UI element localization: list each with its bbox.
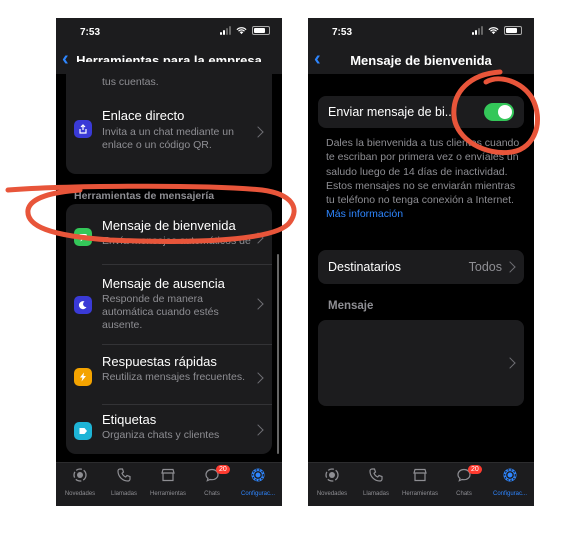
- welcome-settings: Enviar mensaje de bi... Dales la bienven…: [308, 74, 534, 462]
- welcome-description: Dales la bienvenida a tus clientes cuand…: [326, 137, 520, 221]
- battery-icon: [252, 26, 270, 35]
- tab-novedades[interactable]: Novedades: [310, 467, 354, 497]
- chevron-right-icon: [252, 126, 264, 138]
- quick-replies-title: Respuestas rápidas: [102, 354, 217, 369]
- signal-icon: [220, 26, 231, 35]
- lightning-icon: [74, 368, 92, 386]
- direct-link-subtitle: Invita a un chat mediante un enlace o un…: [102, 126, 234, 151]
- wifi-icon: [236, 27, 247, 35]
- phone-icon: [369, 468, 383, 482]
- scrollbar[interactable]: [276, 254, 279, 454]
- phone-screen-welcome-message: 7:53 ‹ Mensaje de bienvenida Enviar mens…: [308, 18, 534, 506]
- tab-novedades[interactable]: Novedades: [58, 467, 102, 497]
- toggle-label: Enviar mensaje de bi...: [328, 105, 456, 119]
- unread-badge: 20: [216, 465, 230, 474]
- list-item-quick-replies[interactable]: Respuestas rápidas Reutiliza mensajes fr…: [66, 344, 272, 404]
- status-bar: 7:53: [56, 18, 282, 46]
- status-ring-icon: [325, 468, 339, 482]
- labels-title: Etiquetas: [102, 412, 157, 427]
- more-info-link[interactable]: Más información: [326, 208, 403, 220]
- share-icon: [74, 120, 92, 138]
- labels-subtitle: Organiza chats y clientes: [102, 429, 220, 441]
- direct-link-title: Enlace directo: [102, 108, 185, 123]
- recipients-row[interactable]: Destinatarios Todos: [318, 250, 524, 284]
- phone-icon: [117, 468, 131, 482]
- status-bar: 7:53: [308, 18, 534, 46]
- away-subtitle: Responde de manera automática cuando est…: [102, 293, 219, 331]
- signal-icon: [472, 26, 483, 35]
- section-header-messaging: Herramientas de mensajería: [74, 190, 215, 202]
- chevron-right-icon: [252, 298, 264, 310]
- send-welcome-toggle[interactable]: [484, 103, 514, 121]
- message-icon: [74, 228, 92, 246]
- list-item-direct-link[interactable]: Enlace directo Invita a un chat mediante…: [66, 98, 272, 166]
- tab-herramientas[interactable]: Herramientas: [146, 467, 190, 497]
- toggle-row-send-welcome[interactable]: Enviar mensaje de bi...: [318, 96, 524, 128]
- chevron-right-icon: [252, 372, 264, 384]
- wifi-icon: [488, 27, 499, 35]
- chevron-right-icon: [504, 357, 516, 369]
- card-links: tus cuentas. Enlace directo Invita a un …: [66, 62, 272, 174]
- card-messaging-tools: Mensaje de bienvenida Envía mensajes aut…: [66, 204, 272, 454]
- phone-screen-business-tools: 7:53 ‹ Herramientas para la empresa tus …: [56, 18, 282, 506]
- nav-bar: ‹ Mensaje de bienvenida: [308, 46, 534, 74]
- gear-icon: [503, 468, 517, 482]
- welcome-title: Mensaje de bienvenida: [102, 218, 236, 233]
- partial-text: tus cuentas.: [102, 76, 159, 88]
- status-ring-icon: [73, 468, 87, 482]
- tab-configuracion[interactable]: Configurac...: [236, 467, 280, 497]
- tab-llamadas[interactable]: Llamadas: [102, 467, 146, 497]
- message-section-header: Mensaje: [328, 300, 374, 312]
- tab-bar: Novedades Llamadas Herramientas 20 Chats…: [56, 462, 282, 506]
- tab-llamadas[interactable]: Llamadas: [354, 467, 398, 497]
- gear-icon: [251, 468, 265, 482]
- away-title: Mensaje de ausencia: [102, 276, 225, 291]
- store-icon: [161, 468, 175, 482]
- settings-list: tus cuentas. Enlace directo Invita a un …: [56, 62, 282, 462]
- message-editor-row[interactable]: [318, 320, 524, 406]
- chevron-right-icon: [252, 424, 264, 436]
- quick-replies-subtitle: Reutiliza mensajes frecuentes.: [102, 371, 245, 383]
- list-item-away-message[interactable]: Mensaje de ausencia Responde de manera a…: [66, 264, 272, 344]
- recipients-value: Todos: [468, 260, 502, 274]
- unread-badge: 20: [468, 465, 482, 474]
- page-title: Mensaje de bienvenida: [350, 53, 492, 68]
- tag-icon: [74, 422, 92, 440]
- status-time: 7:53: [332, 27, 353, 38]
- tab-bar: Novedades Llamadas Herramientas 20 Chats…: [308, 462, 534, 506]
- list-item-welcome-message[interactable]: Mensaje de bienvenida Envía mensajes aut…: [66, 204, 272, 264]
- store-icon: [413, 468, 427, 482]
- chevron-right-icon: [252, 232, 264, 244]
- chevron-right-icon: [504, 261, 516, 273]
- recipients-label: Destinatarios: [328, 260, 401, 274]
- tab-herramientas[interactable]: Herramientas: [398, 467, 442, 497]
- tab-chats[interactable]: 20 Chats: [190, 465, 234, 497]
- status-time: 7:53: [80, 27, 101, 38]
- welcome-subtitle: Envía mensajes automáticos de bienvenida…: [102, 235, 251, 247]
- list-item-labels[interactable]: Etiquetas Organiza chats y clientes: [66, 404, 272, 454]
- tab-configuracion[interactable]: Configurac...: [488, 467, 532, 497]
- battery-icon: [504, 26, 522, 35]
- moon-icon: [74, 296, 92, 314]
- tab-chats[interactable]: 20 Chats: [442, 465, 486, 497]
